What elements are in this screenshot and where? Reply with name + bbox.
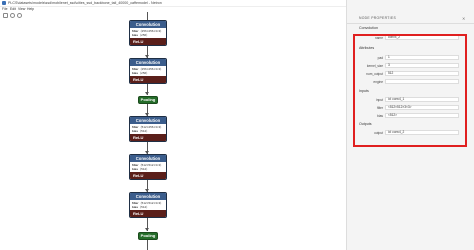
sidebar-title: NODE PROPERTIES	[359, 16, 397, 20]
graph-node-convolution[interactable]: Convolution filter ⟨256×256×3×3⟩ bias ⟨256…	[129, 20, 167, 46]
graph-node-pooling[interactable]: Pooling	[138, 96, 158, 104]
attr-key: bias	[132, 129, 139, 133]
attr-value: ⟨512⟩	[140, 129, 148, 133]
graph-edge	[147, 240, 148, 250]
node-attributes: filter ⟨256×256×3×3⟩ bias ⟨256⟩	[130, 66, 166, 76]
node-activation-relu[interactable]: ReLU	[130, 134, 166, 141]
attr-key: bias	[132, 33, 139, 37]
edge-arrow	[145, 228, 149, 231]
divider	[347, 23, 474, 24]
node-type-label: Convolution	[130, 193, 166, 200]
attr-key: bias	[132, 167, 139, 171]
edge-arrow	[145, 92, 149, 95]
graph-node-convolution[interactable]: Convolution filter ⟨256×256×3×3⟩ bias ⟨256…	[129, 58, 167, 84]
node-activation-relu[interactable]: ReLU	[130, 38, 166, 45]
app-icon	[2, 1, 6, 5]
node-type-label: Convolution	[130, 21, 166, 28]
close-icon[interactable]: ✕	[462, 16, 465, 21]
graph-edge	[147, 12, 148, 20]
node-type-heading: Convolution	[359, 26, 378, 30]
node-attributes: filter ⟨512×512×3×3⟩ bias ⟨512⟩	[130, 162, 166, 172]
node-type-label: Convolution	[130, 155, 166, 162]
attr-value: ⟨512⟩	[140, 205, 148, 209]
window-title: PLCS\datasets\models\ssd\mobilenet_ssd\c…	[8, 1, 162, 5]
graph-node-pooling[interactable]: Pooling	[138, 232, 158, 240]
node-type-label: Convolution	[130, 117, 166, 124]
attr-value: ⟨256⟩	[140, 71, 148, 75]
node-activation-relu[interactable]: ReLU	[130, 210, 166, 217]
graph-node-convolution[interactable]: Convolution filter ⟨512×512×3×3⟩ bias ⟨512…	[129, 192, 167, 218]
graph-canvas[interactable]	[0, 12, 346, 250]
highlight-box	[353, 34, 467, 147]
node-attributes: filter ⟨512×512×3×3⟩ bias ⟨512⟩	[130, 200, 166, 210]
graph-node-convolution[interactable]: Convolution filter ⟨512×512×3×3⟩ bias ⟨512…	[129, 154, 167, 180]
node-type-label: Convolution	[130, 59, 166, 66]
attr-key: bias	[132, 71, 139, 75]
graph-node-convolution[interactable]: Convolution filter ⟨512×256×3×3⟩ bias ⟨512…	[129, 116, 167, 142]
node-activation-relu[interactable]: ReLU	[130, 76, 166, 83]
attr-key: bias	[132, 205, 139, 209]
attr-value: ⟨256⟩	[140, 33, 148, 37]
attr-value: ⟨512⟩	[140, 167, 148, 171]
node-attributes: filter ⟨256×256×3×3⟩ bias ⟨256⟩	[130, 28, 166, 38]
node-attributes: filter ⟨512×256×3×3⟩ bias ⟨512⟩	[130, 124, 166, 134]
node-activation-relu[interactable]: ReLU	[130, 172, 166, 179]
